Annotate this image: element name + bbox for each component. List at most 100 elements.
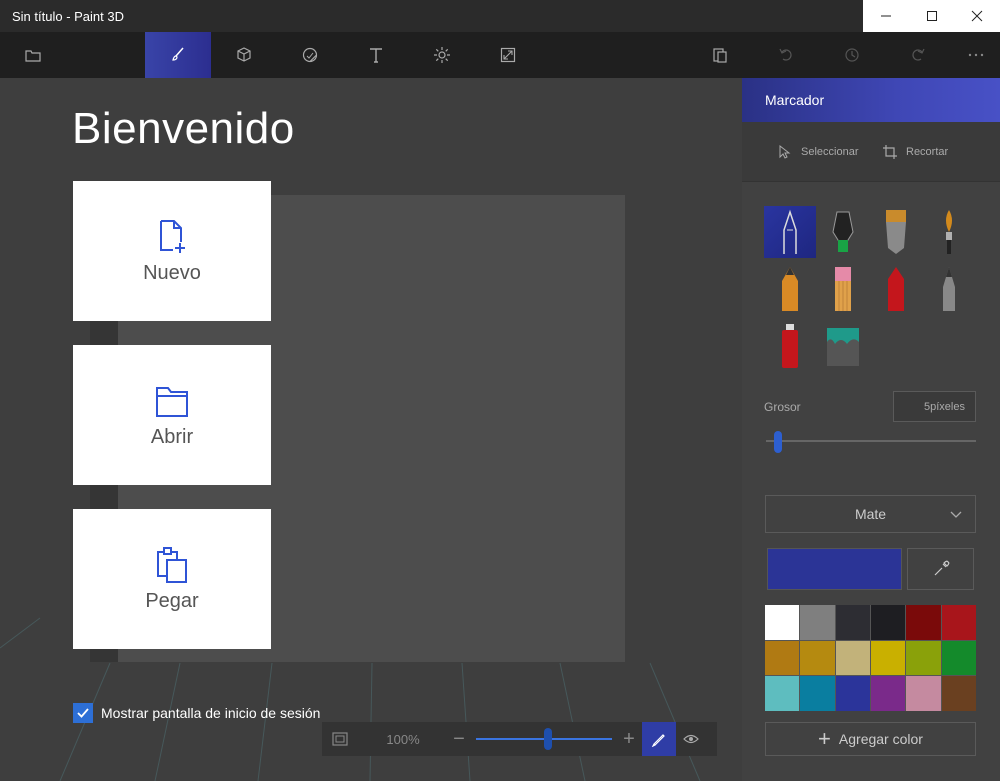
color-swatch[interactable] <box>906 676 941 711</box>
color-swatch[interactable] <box>835 605 870 640</box>
more-icon <box>968 53 984 57</box>
color-swatch[interactable] <box>906 640 941 676</box>
new-file-icon <box>160 219 185 253</box>
color-swatch[interactable] <box>870 676 906 711</box>
plus-icon: + <box>818 726 831 751</box>
checkbox-checked-icon[interactable] <box>73 703 93 723</box>
zoom-out-button[interactable]: − <box>448 729 470 749</box>
oil-brush-button[interactable] <box>870 206 922 258</box>
zoom-percent: 100% <box>386 731 420 747</box>
pen-mode-button[interactable] <box>642 722 676 756</box>
calligraphy-pen-icon <box>832 211 854 252</box>
undo-icon <box>779 48 792 61</box>
eye-icon <box>683 734 699 744</box>
main-toolbar <box>0 32 1000 78</box>
finish-dropdown[interactable]: Mate <box>765 495 976 533</box>
color-swatch[interactable] <box>835 640 870 676</box>
title-bar: Sin título - Paint 3D <box>0 0 1000 32</box>
new-button[interactable]: Nuevo <box>73 181 271 321</box>
add-color-button[interactable]: + Agregar color <box>765 722 976 756</box>
fill-button[interactable] <box>817 320 869 372</box>
paste-icon <box>157 546 187 583</box>
spray-can-button[interactable] <box>764 320 816 372</box>
chevron-down-icon <box>950 511 962 518</box>
text-icon <box>370 48 382 63</box>
zoom-bar: 100% − + <box>322 722 717 756</box>
color-swatch[interactable] <box>765 605 800 640</box>
zoom-in-button[interactable]: + <box>618 729 640 749</box>
zoom-slider[interactable] <box>476 722 612 756</box>
tab-stickers[interactable] <box>277 32 343 78</box>
eyedropper-button[interactable] <box>907 548 974 590</box>
color-swatch[interactable] <box>906 605 941 640</box>
menu-icon <box>25 50 41 62</box>
thickness-slider-thumb[interactable] <box>774 431 782 453</box>
pencil-icon <box>835 267 851 311</box>
eraser-button[interactable] <box>870 263 922 315</box>
open-button[interactable]: Abrir <box>73 345 271 485</box>
thickness-input[interactable]: 5píxeles <box>893 391 976 422</box>
color-swatch[interactable] <box>941 640 976 676</box>
eyedropper-icon <box>934 560 949 576</box>
window-title: Sin título - Paint 3D <box>12 9 124 24</box>
color-swatch[interactable] <box>870 640 906 676</box>
color-swatch[interactable] <box>765 676 800 711</box>
color-swatch[interactable] <box>800 676 835 711</box>
color-swatch[interactable] <box>765 640 800 676</box>
pixel-pen-icon <box>782 267 798 311</box>
crop-tool-label: Recortar <box>906 146 949 158</box>
zoom-slider-thumb[interactable] <box>544 728 552 750</box>
marker-brush-button[interactable] <box>764 206 816 258</box>
paste-card-button[interactable]: Pegar <box>73 509 271 649</box>
close-button[interactable] <box>954 0 1000 32</box>
color-swatch[interactable] <box>800 640 835 676</box>
add-color-label: Agregar color <box>838 731 923 747</box>
undo-button[interactable] <box>753 32 819 78</box>
select-tool-label: Seleccionar <box>801 146 859 158</box>
tab-3d-shapes[interactable] <box>211 32 277 78</box>
watercolor-button[interactable] <box>923 206 975 258</box>
color-swatch[interactable] <box>835 676 870 711</box>
maximize-icon <box>926 11 937 21</box>
pixel-pen-button[interactable] <box>764 263 816 315</box>
history-button[interactable] <box>819 32 885 78</box>
fit-to-screen-button[interactable] <box>322 722 358 756</box>
calligraphy-pen-button[interactable] <box>817 206 869 258</box>
select-tool-button[interactable]: Seleccionar <box>777 144 858 160</box>
color-swatch[interactable] <box>941 605 976 640</box>
crop-icon <box>883 145 897 159</box>
thickness-slider-track[interactable] <box>766 440 976 442</box>
eraser-icon <box>888 267 904 311</box>
tab-text[interactable] <box>343 32 409 78</box>
current-color-swatch[interactable] <box>767 548 902 590</box>
redo-button[interactable] <box>885 32 951 78</box>
menu-button[interactable] <box>0 32 66 78</box>
crayon-icon <box>943 267 955 311</box>
minimize-button[interactable] <box>863 0 909 32</box>
tab-effects[interactable] <box>409 32 475 78</box>
show-welcome-checkbox[interactable]: Mostrar pantalla de inicio de sesión <box>73 703 320 723</box>
crop-tool-button[interactable]: Recortar <box>882 144 948 160</box>
fit-screen-icon <box>332 732 348 746</box>
tab-brushes[interactable] <box>145 32 211 78</box>
view-mode-button[interactable] <box>676 722 706 756</box>
color-swatch[interactable] <box>800 605 835 640</box>
new-label: Nuevo <box>143 261 201 284</box>
paste-button[interactable] <box>687 32 753 78</box>
selection-tools: Seleccionar Recortar <box>742 122 1000 182</box>
panel-header: Marcador <box>742 78 1000 122</box>
effects-icon <box>434 47 450 63</box>
tab-canvas[interactable] <box>475 32 541 78</box>
more-button[interactable] <box>943 32 1000 78</box>
color-swatch[interactable] <box>941 676 976 711</box>
pencil-button[interactable] <box>817 263 869 315</box>
color-swatch[interactable] <box>870 605 906 640</box>
canvas-area[interactable]: Bienvenido Nuevo Abrir Pegar Mostrar pan… <box>0 78 742 781</box>
brush-icon <box>172 47 184 61</box>
history-icon <box>845 48 859 62</box>
redo-icon <box>912 48 925 61</box>
crayon-button[interactable] <box>923 263 975 315</box>
maximize-button[interactable] <box>909 0 955 32</box>
paste-icon <box>713 48 727 63</box>
finish-value: Mate <box>854 506 887 522</box>
